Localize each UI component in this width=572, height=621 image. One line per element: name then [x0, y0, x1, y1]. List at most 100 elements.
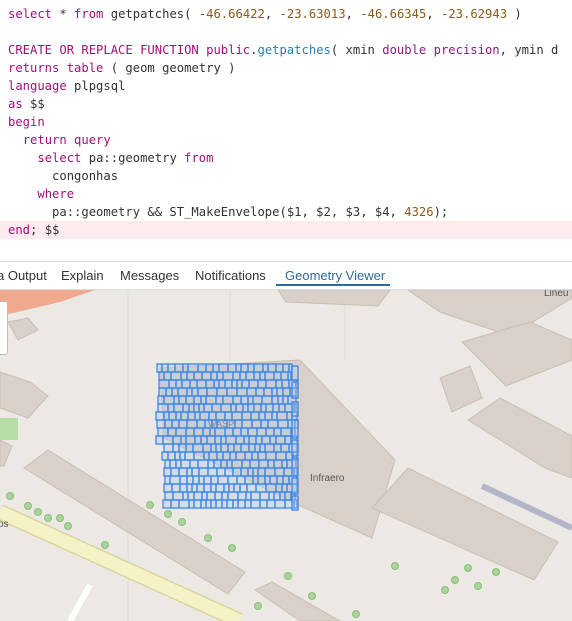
geometry-patch[interactable]: [232, 371, 241, 381]
geometry-patch[interactable]: [163, 411, 170, 421]
geometry-patch[interactable]: [284, 435, 292, 445]
geometry-patch[interactable]: [179, 475, 188, 485]
geometry-patch[interactable]: [278, 403, 286, 413]
geometry-patch[interactable]: [232, 427, 242, 437]
geometry-patch[interactable]: [203, 403, 213, 413]
geometry-patch[interactable]: [185, 435, 196, 445]
geometry-patch[interactable]: [163, 467, 172, 477]
geometry-patch[interactable]: [274, 467, 285, 477]
geometry-patch[interactable]: [282, 475, 290, 485]
geometry-patch[interactable]: [230, 403, 237, 413]
geometry-patch[interactable]: [188, 499, 195, 509]
geometry-patch[interactable]: [217, 475, 229, 485]
geometry-patch[interactable]: [250, 411, 260, 421]
geometry-patch[interactable]: [164, 475, 171, 485]
geometry-patch[interactable]: [162, 499, 172, 509]
geometry-patch[interactable]: [246, 387, 257, 397]
geometry-patch[interactable]: [194, 411, 201, 421]
geometry-patch[interactable]: [243, 435, 250, 445]
geometry-patch[interactable]: [241, 379, 250, 389]
geometry-patch[interactable]: [191, 467, 200, 477]
code-line[interactable]: congonhas: [0, 167, 572, 185]
geometry-patch[interactable]: [187, 491, 195, 501]
geometry-patch[interactable]: [210, 371, 218, 381]
geometry-patch[interactable]: [170, 371, 182, 381]
geometry-patch[interactable]: [264, 467, 276, 477]
geometry-patch[interactable]: [259, 443, 266, 453]
geometry-patch[interactable]: [221, 491, 229, 501]
geometry-patch[interactable]: [252, 467, 259, 477]
geometry-patch[interactable]: [257, 475, 266, 485]
geometry-patch[interactable]: [178, 499, 190, 509]
geometry-patch[interactable]: [210, 483, 217, 493]
geometry-patch[interactable]: [186, 371, 195, 381]
geometry-patch[interactable]: [161, 451, 169, 461]
tab-explain[interactable]: Explain: [61, 262, 104, 290]
geometry-patch[interactable]: [177, 387, 188, 397]
geometry-patch[interactable]: [215, 499, 223, 509]
geometry-patch[interactable]: [255, 387, 265, 397]
geometry-patch[interactable]: [275, 483, 283, 493]
geometry-patch[interactable]: [234, 419, 243, 429]
geometry-patch[interactable]: [180, 459, 191, 469]
geometry-patch[interactable]: [203, 451, 210, 461]
geometry-patch[interactable]: [186, 467, 193, 477]
geometry-patch[interactable]: [158, 387, 167, 397]
geometry-patch[interactable]: [216, 451, 224, 461]
geometry-patch[interactable]: [281, 483, 288, 493]
geometry-patch[interactable]: [218, 363, 229, 373]
geometry-patch[interactable]: [251, 451, 259, 461]
geometry-patch[interactable]: [167, 427, 177, 437]
geometry-patch[interactable]: [236, 475, 246, 485]
geometry-patch[interactable]: [202, 443, 212, 453]
geometry-patch[interactable]: [165, 387, 173, 397]
geometry-patch[interactable]: [179, 483, 188, 493]
geometry-patch[interactable]: [261, 435, 271, 445]
geometry-patch[interactable]: [197, 363, 207, 373]
geometry-patch[interactable]: [254, 443, 261, 453]
geometry-patch[interactable]: [232, 499, 239, 509]
geometry-patch[interactable]: [267, 363, 277, 373]
geometry-patch[interactable]: [155, 435, 164, 445]
geometry-patch[interactable]: [273, 491, 281, 501]
geometry-patch[interactable]: [257, 467, 266, 477]
geometry-patch[interactable]: [191, 483, 198, 493]
geometry-patch[interactable]: [231, 379, 238, 389]
geometry-patch[interactable]: [248, 435, 257, 445]
geometry-patch[interactable]: [265, 427, 275, 437]
geometry-patch[interactable]: [281, 459, 288, 469]
geometry-patch[interactable]: [277, 419, 289, 429]
geometry-patch[interactable]: [280, 371, 289, 381]
geometry-patch[interactable]: [216, 467, 226, 477]
geometry-patch[interactable]: [233, 443, 242, 453]
geometry-patch[interactable]: [273, 459, 283, 469]
geometry-patch[interactable]: [202, 427, 211, 437]
geometry-patch[interactable]: [163, 371, 172, 381]
geometry-patch[interactable]: [168, 379, 177, 389]
geometry-patch[interactable]: [275, 379, 283, 389]
geometry-patch[interactable]: [227, 475, 238, 485]
geometry-patch[interactable]: [203, 483, 212, 493]
geometry-patch[interactable]: [291, 365, 299, 381]
geometry-patch[interactable]: [291, 495, 299, 511]
geometry-patch[interactable]: [231, 459, 243, 469]
geometry-patch[interactable]: [276, 411, 288, 421]
geometry-patch[interactable]: [216, 387, 228, 397]
geometry-patch[interactable]: [208, 451, 218, 461]
geometry-patch[interactable]: [200, 499, 207, 509]
geometry-patch[interactable]: [186, 483, 193, 493]
geometry-patch[interactable]: [253, 403, 262, 413]
geometry-patch[interactable]: [291, 457, 299, 477]
geometry-patch[interactable]: [264, 371, 275, 381]
geometry-patch[interactable]: [251, 419, 262, 429]
geometry-patch[interactable]: [185, 395, 195, 405]
geometry-patch[interactable]: [265, 483, 277, 493]
code-line[interactable]: select * from getpatches( -46.66422, -23…: [0, 5, 572, 23]
geometry-patch[interactable]: [220, 459, 228, 469]
geometry-patch[interactable]: [235, 403, 244, 413]
geometry-patch[interactable]: [282, 395, 289, 405]
geometry-patch[interactable]: [193, 499, 202, 509]
geometry-patch[interactable]: [186, 419, 198, 429]
geometry-patch[interactable]: [213, 459, 222, 469]
geometry-patch[interactable]: [223, 483, 230, 493]
